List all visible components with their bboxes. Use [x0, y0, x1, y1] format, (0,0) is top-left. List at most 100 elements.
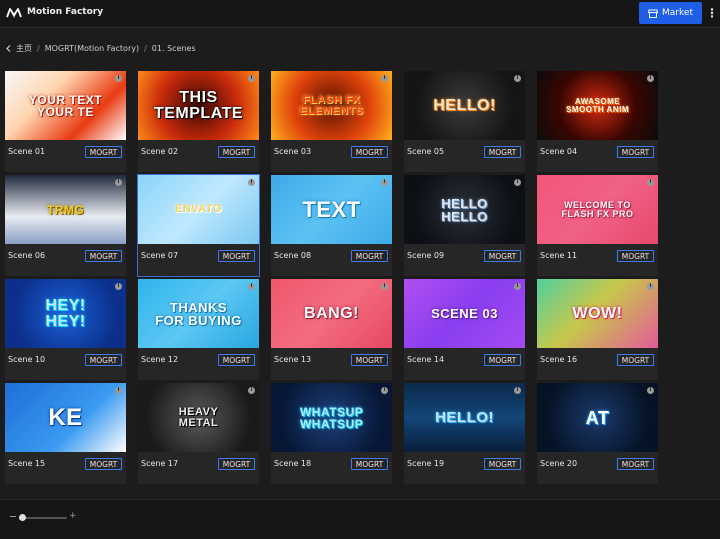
info-icon[interactable]: i	[115, 283, 122, 290]
scene-thumbnail: FLASH FX ELEMENTS i	[271, 71, 392, 140]
scene-tile[interactable]: HEAVY METAL i Scene 17 MOGRT	[138, 383, 259, 484]
scene-tile[interactable]: THANKS FOR BUYING i Scene 12 MOGRT	[138, 279, 259, 380]
scene-label: Scene 08	[274, 251, 312, 260]
info-icon[interactable]: i	[514, 283, 521, 290]
scene-label: Scene 07	[141, 251, 179, 260]
info-icon[interactable]: i	[381, 75, 388, 82]
info-icon[interactable]: i	[248, 387, 255, 394]
thumbnail-text: HEAVY METAL	[178, 405, 219, 429]
scene-tile[interactable]: YOUR TEXT YOUR TE i Scene 01 MOGRT	[5, 71, 126, 172]
info-icon[interactable]: i	[514, 75, 521, 82]
market-button[interactable]: Market	[639, 2, 702, 24]
breadcrumb-separator: /	[144, 44, 147, 53]
scene-label: Scene 17	[141, 459, 179, 468]
zoom-slider[interactable]	[19, 514, 67, 521]
thumbnail-text: HELLO HELLO	[441, 195, 488, 224]
info-icon[interactable]: i	[381, 179, 388, 186]
scene-thumbnail: WHATSUP WHATSUP i	[271, 383, 392, 452]
scene-label: Scene 01	[8, 147, 46, 156]
thumbnail-text: HEY! HEY!	[45, 296, 86, 330]
more-options-icon[interactable]: ⋮	[706, 5, 718, 21]
info-icon[interactable]: i	[647, 179, 654, 186]
thumbnail-text: BANG!	[304, 304, 359, 322]
scene-thumbnail: HELLO! i	[404, 383, 525, 452]
info-icon[interactable]: i	[647, 283, 654, 290]
market-button-label: Market	[662, 8, 693, 18]
scene-label: Scene 04	[540, 147, 578, 156]
scene-thumbnail: AT i	[537, 383, 658, 452]
scene-tile[interactable]: WELCOME TO FLASH FX PRO i Scene 11 MOGRT	[537, 175, 658, 276]
app-title: Motion Factory	[27, 7, 104, 17]
info-icon[interactable]: i	[248, 283, 255, 290]
zoom-out-icon[interactable]	[10, 516, 16, 517]
breadcrumb-home[interactable]: 主页	[16, 43, 32, 54]
mogrt-badge: MOGRT	[218, 458, 255, 470]
info-icon[interactable]: i	[381, 283, 388, 290]
mogrt-badge: MOGRT	[617, 250, 654, 262]
scene-tile[interactable]: WOW! i Scene 16 MOGRT	[537, 279, 658, 380]
breadcrumb-mogrt[interactable]: MOGRT(Motion Factory)	[45, 44, 139, 53]
scene-thumbnail: SCENE 03 i	[404, 279, 525, 348]
scene-tile[interactable]: KE i Scene 15 MOGRT	[5, 383, 126, 484]
chevron-left-icon[interactable]	[6, 45, 11, 52]
scene-label: Scene 18	[274, 459, 312, 468]
store-icon	[648, 9, 659, 18]
info-icon[interactable]: i	[647, 387, 654, 394]
scene-tile[interactable]: AWASOME SMOOTH ANIM i Scene 04 MOGRT	[537, 71, 658, 172]
info-icon[interactable]: i	[248, 179, 255, 186]
scene-tile[interactable]: BANG! i Scene 13 MOGRT	[271, 279, 392, 380]
scene-thumbnail: YOUR TEXT YOUR TE i	[5, 71, 126, 140]
scene-tile[interactable]: FLASH FX ELEMENTS i Scene 03 MOGRT	[271, 71, 392, 172]
scene-tile[interactable]: TRMG i Scene 06 MOGRT	[5, 175, 126, 276]
mogrt-badge: MOGRT	[351, 146, 388, 158]
info-icon[interactable]: i	[514, 387, 521, 394]
mogrt-badge: MOGRT	[484, 458, 521, 470]
scene-tile[interactable]: HELLO! i Scene 05 MOGRT	[404, 71, 525, 172]
scene-tile[interactable]: ENVATO i Scene 07 MOGRT	[137, 174, 260, 277]
mogrt-badge: MOGRT	[484, 146, 521, 158]
scene-thumbnail: AWASOME SMOOTH ANIM i	[537, 71, 658, 140]
scene-thumbnail: HELLO HELLO i	[404, 175, 525, 244]
breadcrumb: 主页 / MOGRT(Motion Factory) / 01. Scenes	[6, 43, 196, 54]
info-icon[interactable]: i	[647, 75, 654, 82]
scene-label: Scene 19	[407, 459, 445, 468]
scene-tile[interactable]: SCENE 03 i Scene 14 MOGRT	[404, 279, 525, 380]
mogrt-badge: MOGRT	[85, 458, 122, 470]
thumbnail-text: TRMG	[46, 202, 85, 217]
mogrt-badge: MOGRT	[484, 250, 521, 262]
scene-label: Scene 11	[540, 251, 578, 260]
info-icon[interactable]: i	[514, 179, 521, 186]
thumbnail-text: SCENE 03	[431, 306, 498, 321]
scene-label: Scene 20	[540, 459, 578, 468]
info-icon[interactable]: i	[115, 75, 122, 82]
thumbnail-text: YOUR TEXT YOUR TE	[28, 92, 103, 119]
scene-label: Scene 05	[407, 147, 445, 156]
scene-thumbnail: THANKS FOR BUYING i	[138, 279, 259, 348]
info-icon[interactable]: i	[115, 387, 122, 394]
scene-label: Scene 06	[8, 251, 46, 260]
mogrt-badge: MOGRT	[617, 146, 654, 158]
scene-thumbnail: HEY! HEY! i	[5, 279, 126, 348]
scene-thumbnail: WOW! i	[537, 279, 658, 348]
scene-tile[interactable]: HELLO HELLO i Scene 09 MOGRT	[404, 175, 525, 276]
scene-tile[interactable]: HELLO! i Scene 19 MOGRT	[404, 383, 525, 484]
scene-tile[interactable]: WHATSUP WHATSUP i Scene 18 MOGRT	[271, 383, 392, 484]
mogrt-badge: MOGRT	[85, 250, 122, 262]
thumbnail-text: HELLO!	[433, 96, 496, 114]
info-icon[interactable]: i	[248, 75, 255, 82]
scene-tile[interactable]: THIS TEMPLATE i Scene 02 MOGRT	[138, 71, 259, 172]
thumbnail-text: TEXT	[302, 196, 361, 222]
thumbnail-text: WHATSUP WHATSUP	[299, 404, 364, 431]
mogrt-badge: MOGRT	[351, 458, 388, 470]
thumbnail-text: WELCOME TO FLASH FX PRO	[561, 199, 634, 219]
scene-tile[interactable]: TEXT i Scene 08 MOGRT	[271, 175, 392, 276]
scene-tile[interactable]: AT i Scene 20 MOGRT	[537, 383, 658, 484]
scene-thumbnail: HEAVY METAL i	[138, 383, 259, 452]
scene-thumbnail: TEXT i	[271, 175, 392, 244]
zoom-in-icon[interactable]: +	[69, 511, 77, 521]
info-icon[interactable]: i	[381, 387, 388, 394]
scene-tile[interactable]: HEY! HEY! i Scene 10 MOGRT	[5, 279, 126, 380]
mogrt-badge: MOGRT	[218, 354, 255, 366]
scene-label: Scene 03	[274, 147, 312, 156]
info-icon[interactable]: i	[115, 179, 122, 186]
